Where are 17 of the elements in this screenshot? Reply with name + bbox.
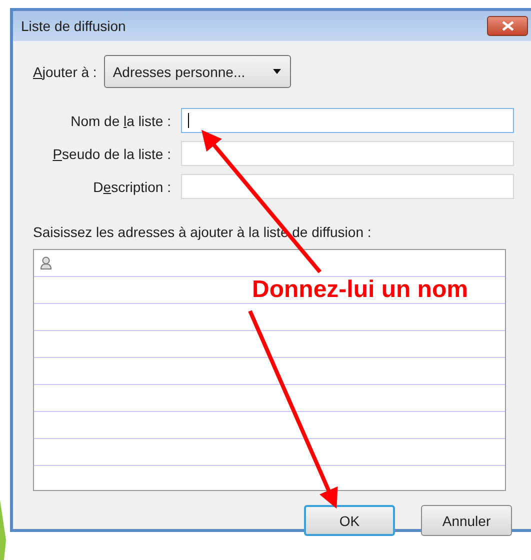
address-book-dropdown[interactable]: Adresses personne... <box>104 55 291 88</box>
add-to-label: Ajouter à : <box>33 64 97 80</box>
close-icon <box>500 21 514 31</box>
input-field[interactable] <box>181 141 514 166</box>
dialog-button[interactable]: Annuler <box>421 505 512 536</box>
field-label: Description : <box>92 178 171 194</box>
input-field[interactable] <box>181 108 514 133</box>
input-field[interactable] <box>181 174 514 199</box>
address-list[interactable] <box>33 249 506 491</box>
close-button[interactable] <box>487 16 528 36</box>
slide-decoration <box>0 500 8 560</box>
field-label: Nom de la liste : <box>70 112 171 128</box>
window-title: Liste de diffusion <box>21 18 126 34</box>
caret-icon <box>272 68 282 74</box>
dialog-button[interactable]: OK <box>304 505 395 536</box>
field-label: Pseudo de la liste : <box>52 146 171 162</box>
annotation-text: Donnez-lui un nom <box>252 276 468 304</box>
